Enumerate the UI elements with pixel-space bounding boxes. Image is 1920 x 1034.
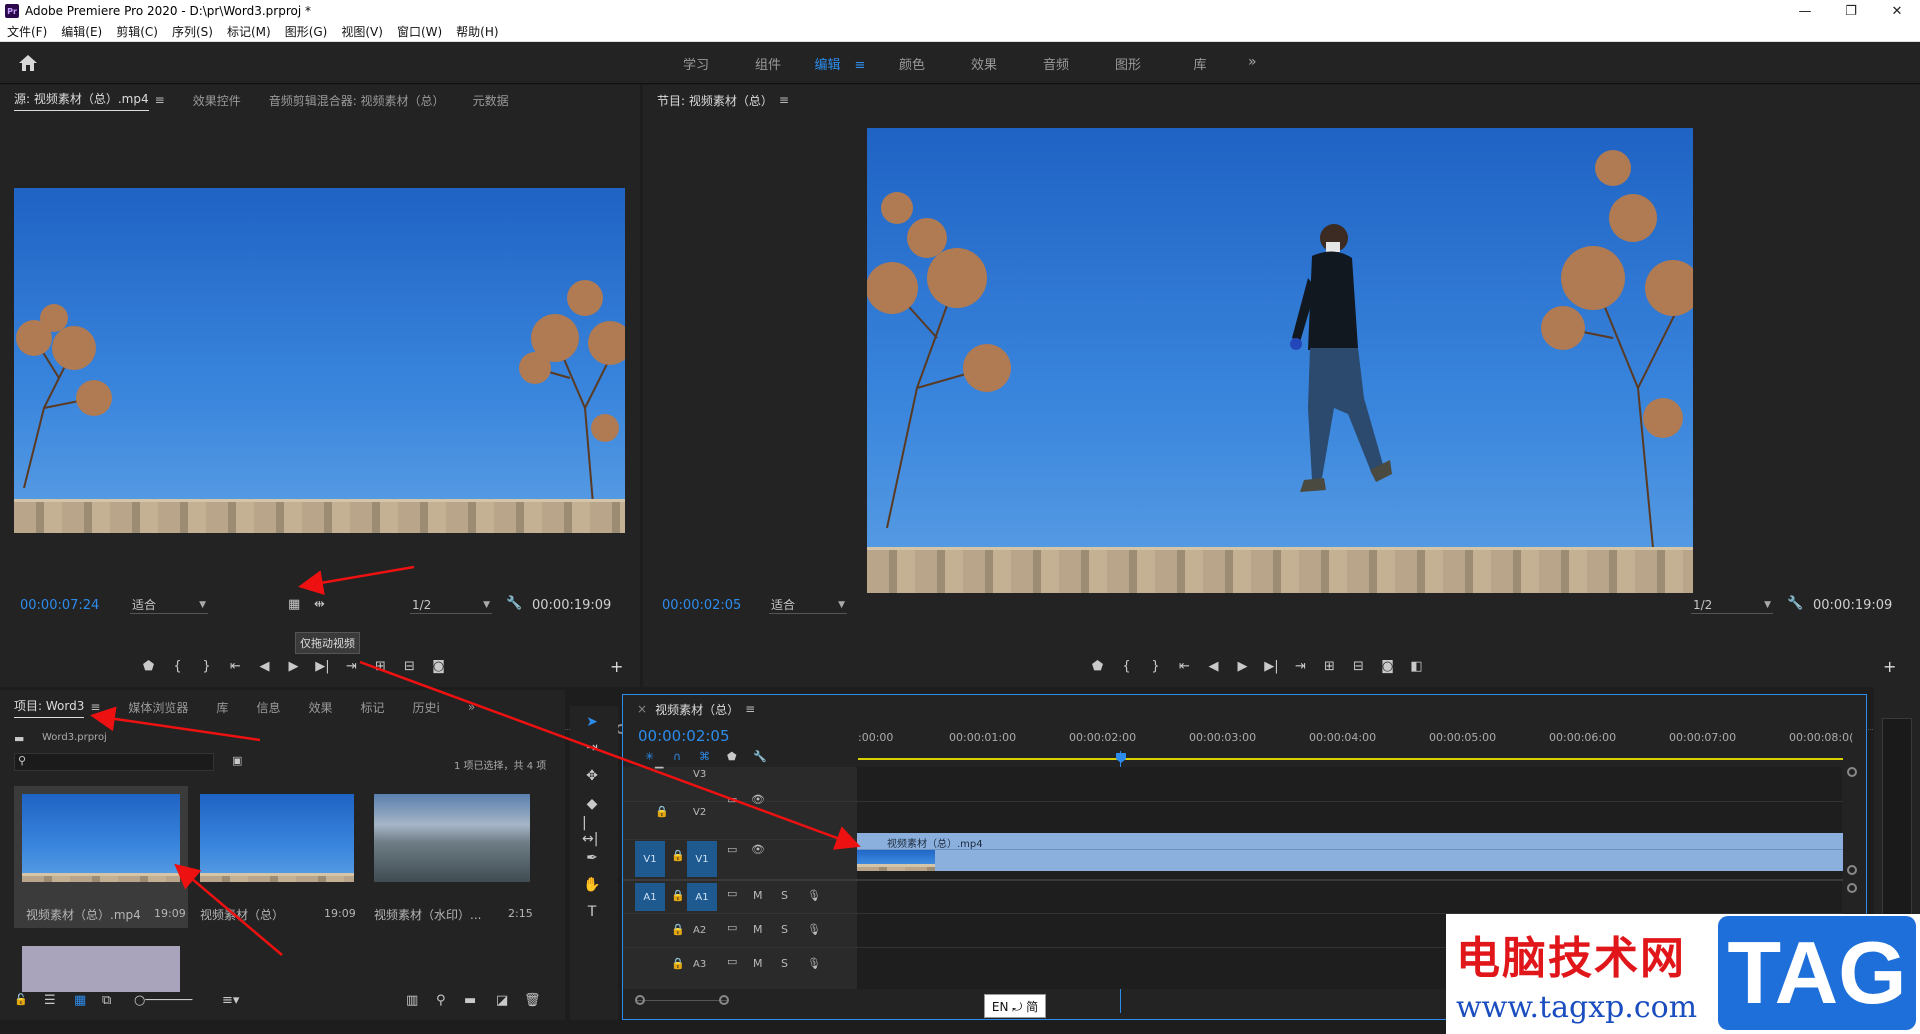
ime-indicator[interactable]: EN ⤾ 简: [984, 994, 1046, 1018]
watermark-banner: 电脑技术网 www.tagxp.com TAG: [1446, 914, 1920, 1034]
watermark-url: www.tagxp.com: [1456, 990, 1698, 1025]
watermark-text: 电脑技术网: [1456, 933, 1686, 984]
annotation-arrows: [90, 565, 861, 956]
tag-logo: TAG: [1718, 916, 1916, 1030]
